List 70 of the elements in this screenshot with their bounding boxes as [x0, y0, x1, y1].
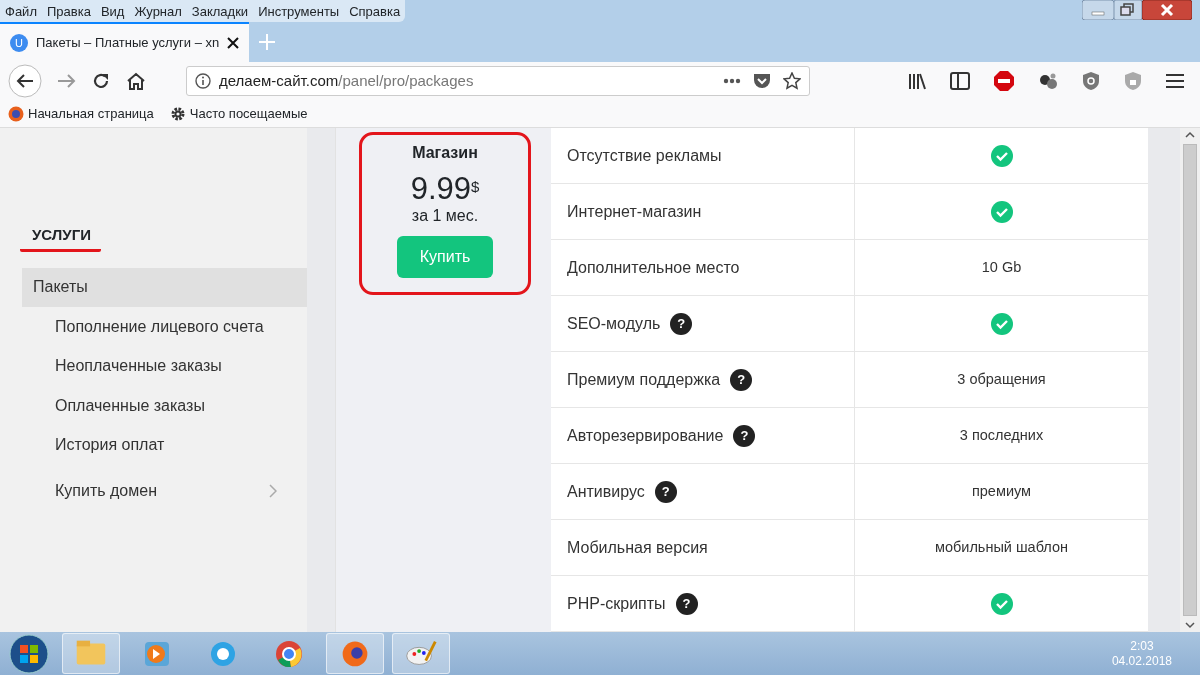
check-icon [990, 592, 1013, 615]
feature-value: премиум [971, 481, 1032, 501]
url-text: делаем-сайт.com/panel/pro/packages [219, 70, 475, 91]
help-icon[interactable]: ? [654, 480, 677, 503]
menu-item[interactable]: Инструменты [253, 0, 345, 22]
palette-icon[interactable] [392, 633, 450, 674]
menu-item[interactable]: Справка [344, 0, 406, 22]
feature-name: SEO-модуль [567, 313, 661, 334]
tab-title: Пакеты – Платные услуги – xn [36, 34, 220, 53]
feature-value: 10 Gb [981, 257, 1022, 277]
feature-name: Премиум поддержка [567, 369, 721, 390]
sidebar-item[interactable]: Неоплаченные заказы [22, 346, 307, 386]
menu-item[interactable]: Вид [95, 0, 130, 22]
stop-sign-icon[interactable] [994, 71, 1014, 91]
feature-name: Антивирус [567, 481, 645, 502]
feature-name: Авторезервирование [567, 425, 724, 446]
feature-value: 3 последних [959, 425, 1044, 445]
chevron-right-icon [269, 483, 277, 498]
menu-icon[interactable] [1166, 73, 1184, 89]
package-name: Магазин [411, 143, 479, 163]
feature-name: Дополнительное место [567, 257, 740, 278]
fox-icon[interactable] [326, 633, 384, 674]
tab-favicon: U [10, 34, 28, 52]
address-bar[interactable]: делаем-сайт.com/panel/pro/packages [186, 66, 810, 96]
feature-name: Мобильная версия [567, 537, 708, 558]
feature-name: Отсутствие рекламы [567, 145, 722, 166]
menu-item[interactable]: Закладки [186, 0, 254, 22]
feature-name: Интернет-магазин [567, 201, 702, 222]
menu-item[interactable]: Журнал [129, 0, 187, 22]
forward-icon[interactable] [58, 74, 76, 88]
feature-value: 3 обращения [957, 369, 1046, 389]
spheres-icon[interactable] [1038, 72, 1058, 90]
sidebar-item[interactable]: Оплаченные заказы [22, 386, 307, 426]
check-icon [990, 144, 1013, 167]
shield-icon[interactable] [1082, 71, 1100, 91]
library-icon[interactable] [908, 72, 926, 90]
help-icon[interactable]: ? [730, 368, 753, 391]
help-icon[interactable]: ? [733, 424, 756, 447]
sidebar-item[interactable]: История оплат [22, 425, 307, 465]
check-icon [990, 312, 1013, 335]
menu-item[interactable]: Файл [0, 0, 42, 22]
feature-value: мобильный шаблон [934, 537, 1069, 557]
info-icon [195, 73, 211, 89]
sidebar-icon[interactable] [950, 72, 970, 90]
check-icon [990, 200, 1013, 223]
sidebar-item[interactable]: Пакеты [22, 267, 307, 307]
help-icon[interactable]: ? [670, 312, 693, 335]
home-icon[interactable] [126, 72, 146, 90]
gear-icon [169, 105, 186, 122]
section-heading: УСЛУГИ [20, 224, 101, 252]
restore-icon[interactable] [1114, 0, 1142, 20]
globe-icon [8, 105, 24, 122]
billing-period: за 1 мес. [410, 206, 480, 226]
help-icon[interactable]: ? [675, 592, 698, 615]
bookmark-item[interactable]: Начальная страница [8, 103, 154, 124]
sidebar-item[interactable]: Пополнение лицевого счета [22, 307, 307, 347]
close-icon[interactable] [1142, 0, 1192, 20]
pocket-icon[interactable] [753, 73, 771, 89]
package-price: 9.99$^{$}$ [409, 173, 481, 204]
scrollbar-thumb[interactable] [1183, 144, 1197, 616]
menu-item[interactable]: Правка [41, 0, 96, 22]
browser-tab[interactable]: U Пакеты – Платные услуги – xn [0, 22, 250, 62]
bookmark-item[interactable]: Часто посещаемые [169, 103, 308, 124]
feature-name: PHP-скрипты [567, 593, 666, 614]
star-icon[interactable] [783, 72, 801, 90]
more-icon[interactable] [723, 78, 741, 84]
reload-icon[interactable] [92, 72, 110, 90]
sidebar-item[interactable]: Купить домен [22, 471, 307, 511]
back-icon[interactable] [8, 64, 42, 98]
close-icon[interactable] [227, 37, 240, 49]
